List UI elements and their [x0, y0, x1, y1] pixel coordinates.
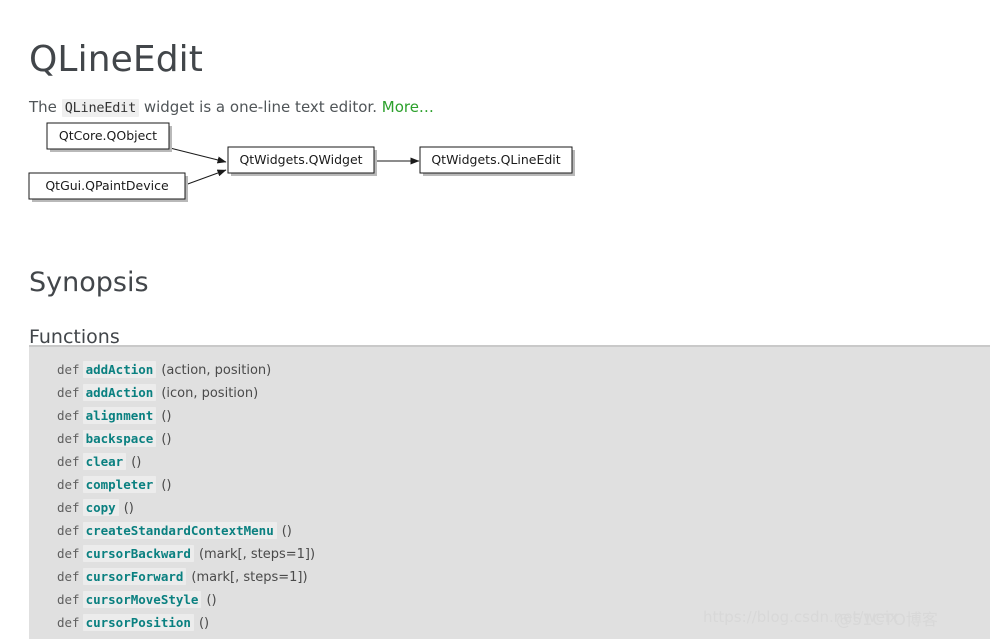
function-name-link[interactable]: backspace — [82, 430, 157, 447]
function-row: def cursorMoveStyle () — [29, 588, 990, 611]
def-keyword: def — [57, 569, 80, 584]
diagram-box-qlineedit[interactable]: QtWidgets.QLineEdit — [419, 146, 573, 174]
function-row: def copy () — [29, 496, 990, 519]
function-name-link[interactable]: alignment — [82, 407, 157, 424]
diagram-box-qwidget[interactable]: QtWidgets.QWidget — [227, 146, 375, 174]
section-heading-synopsis: Synopsis — [29, 267, 149, 299]
function-row: def alignment () — [29, 404, 990, 427]
function-name-link[interactable]: copy — [82, 499, 119, 516]
function-name-link[interactable]: createStandardContextMenu — [82, 522, 277, 539]
def-keyword: def — [57, 385, 80, 400]
function-name-link[interactable]: cursorPosition — [82, 614, 194, 631]
function-arguments: (action, position) — [161, 363, 272, 378]
def-keyword: def — [57, 523, 80, 538]
function-arguments: (mark[, steps=1]) — [198, 547, 316, 562]
diagram-box-label: QtGui.QPaintDevice — [45, 178, 169, 193]
edge-qpaintdevice-to-qwidget — [184, 169, 227, 186]
function-name-link[interactable]: clear — [82, 453, 127, 470]
function-arguments: () — [161, 409, 172, 424]
def-keyword: def — [57, 546, 80, 561]
function-name-link[interactable]: cursorForward — [82, 568, 187, 585]
def-keyword: def — [57, 592, 80, 607]
function-row: def addAction (action, position) — [29, 358, 990, 381]
function-row: def cursorBackward (mark[, steps=1]) — [29, 542, 990, 565]
function-row: def backspace () — [29, 427, 990, 450]
function-name-link[interactable]: addAction — [82, 361, 157, 378]
function-row: def completer () — [29, 473, 990, 496]
function-arguments: () — [161, 432, 172, 447]
def-keyword: def — [57, 500, 80, 515]
function-arguments: (mark[, steps=1]) — [191, 570, 308, 585]
function-arguments: () — [131, 455, 142, 470]
diagram-box-label: QtWidgets.QWidget — [239, 152, 362, 167]
def-keyword: def — [57, 615, 80, 630]
function-name-link[interactable]: addAction — [82, 384, 157, 401]
edge-qobject-to-qwidget — [169, 147, 227, 164]
function-name-link[interactable]: completer — [82, 476, 157, 493]
function-arguments: () — [123, 501, 134, 516]
diagram-box-qpaintdevice[interactable]: QtGui.QPaintDevice — [28, 172, 186, 200]
function-row: def createStandardContextMenu () — [29, 519, 990, 542]
def-keyword: def — [57, 431, 80, 446]
diagram-box-label: QtWidgets.QLineEdit — [431, 152, 560, 167]
function-row: def cursorPosition () — [29, 611, 990, 634]
diagram-box-qobject[interactable]: QtCore.QObject — [46, 122, 170, 150]
function-arguments: () — [198, 616, 210, 631]
function-arguments: () — [206, 593, 217, 608]
def-keyword: def — [57, 362, 80, 377]
diagram-box-label: QtCore.QObject — [59, 128, 157, 143]
page-title: QLineEdit — [29, 39, 203, 81]
function-name-link[interactable]: cursorBackward — [82, 545, 194, 562]
inheritance-diagram: QtCore.QObject QtGui.QPaintDevice QtWidg… — [0, 112, 620, 207]
function-row: def clear () — [29, 450, 990, 473]
def-keyword: def — [57, 477, 80, 492]
function-name-link[interactable]: cursorMoveStyle — [82, 591, 202, 608]
function-row: def cursorForward (mark[, steps=1]) — [29, 565, 990, 588]
function-arguments: (icon, position) — [161, 386, 259, 401]
functions-table: def addAction (action, position) def addActi… — [29, 345, 990, 639]
def-keyword: def — [57, 408, 80, 423]
function-arguments: () — [161, 478, 172, 493]
def-keyword: def — [57, 454, 80, 469]
function-row: def addAction (icon, position) — [29, 381, 990, 404]
function-arguments: () — [281, 524, 292, 539]
